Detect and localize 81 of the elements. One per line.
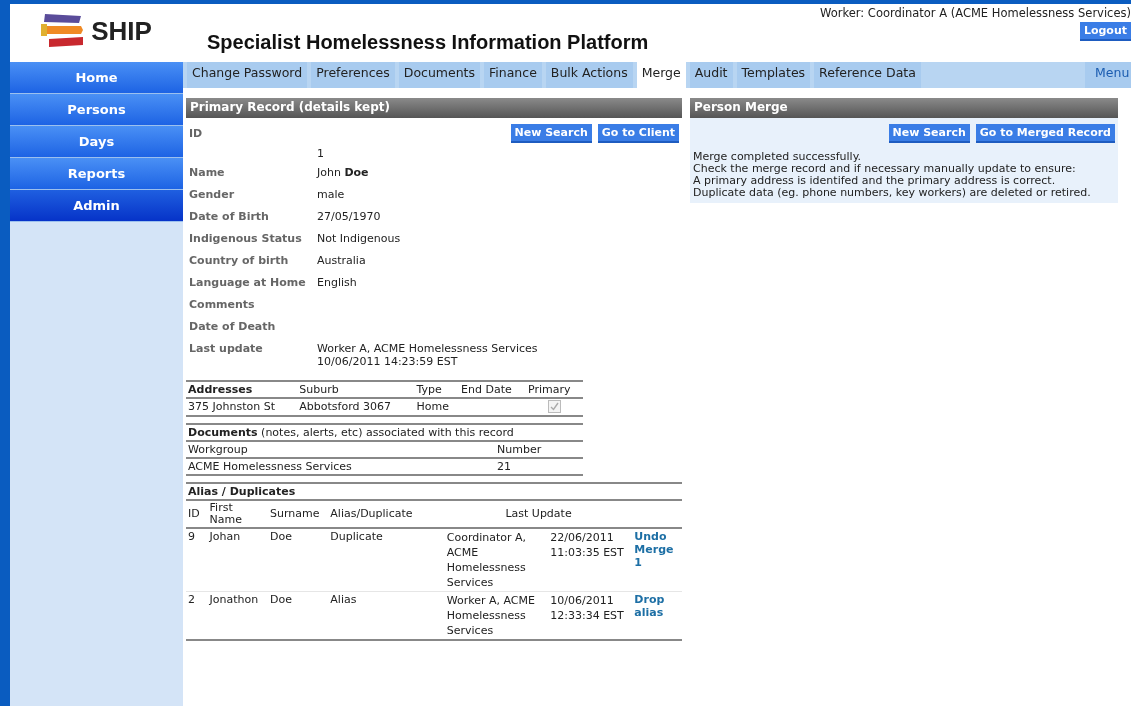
table-cell: Home — [414, 398, 460, 416]
field-label: Indigenous Status — [189, 232, 303, 245]
logout-button[interactable]: Logout — [1079, 22, 1131, 41]
table-cell: Doe — [267, 591, 329, 640]
status-message: Merge completed successfully. — [693, 151, 863, 163]
status-message: A primary address is identifed and the primary address is correct. — [693, 175, 1057, 187]
table-cell: 2 — [186, 591, 208, 640]
action-button[interactable]: New Search — [888, 124, 970, 143]
logo-flags-icon — [41, 12, 86, 50]
table-cell: Alias — [328, 591, 445, 640]
column-header: First Name — [207, 500, 268, 528]
field-value: Australia — [317, 254, 367, 267]
action-button[interactable]: New Search — [510, 124, 592, 143]
table-cell: Doe — [267, 528, 329, 592]
table-cell: 22/06/2011 11:03:35 EST — [548, 528, 633, 592]
table-cell: Jonathon — [207, 591, 268, 640]
row-action-link[interactable]: Undo Merge 1 — [632, 528, 682, 592]
field-label: Name — [189, 166, 226, 179]
field-label: ID — [189, 127, 203, 140]
table-cell: Johan — [207, 528, 268, 592]
column-header: Last Update — [444, 500, 633, 528]
sidebar-item[interactable]: Home — [10, 62, 183, 94]
column-header: Primary — [526, 381, 583, 398]
field-label: Language at Home — [189, 276, 307, 289]
table-cell: 9 — [186, 528, 208, 592]
sidebar-item[interactable]: Days — [10, 126, 183, 158]
row-action-link[interactable]: Drop alias — [632, 591, 682, 640]
field-label: Gender — [189, 188, 236, 201]
tab[interactable]: Merge — [636, 62, 686, 88]
table-cell: 10/06/2011 12:33:34 EST — [548, 591, 633, 640]
tab[interactable]: Change Password — [187, 62, 308, 88]
sidebar-item[interactable]: Persons — [10, 94, 183, 126]
sidebar-item[interactable]: Admin — [10, 190, 183, 222]
column-header: Addresses — [186, 381, 298, 398]
status-message: Check the merge record and if necessary manually update to ensure: — [693, 163, 1077, 175]
panel-header: Primary Record (details kept) — [186, 98, 682, 118]
tab[interactable]: Templates — [736, 62, 811, 88]
action-button[interactable]: Go to Merged Record — [975, 124, 1115, 143]
field-value: 1 — [317, 147, 325, 160]
column-header: Type — [414, 381, 460, 398]
sidebar-item[interactable]: Reports — [10, 158, 183, 190]
column-header: Alias/Duplicate — [328, 500, 445, 528]
column-header: Surname — [267, 500, 329, 528]
tab[interactable]: Audit — [689, 62, 733, 88]
app-title: Specialist Homelessness Information Platform — [206, 31, 650, 55]
table-cell: 375 Johnston St — [186, 398, 298, 416]
field-label: Comments — [189, 298, 256, 311]
column-header: Workgroup — [186, 441, 495, 458]
tab[interactable]: Bulk Actions — [545, 62, 633, 88]
table-cell: Worker A, ACME Homelessness Services — [444, 591, 549, 640]
table-cell: ACME Homelessness Services — [186, 458, 495, 475]
field-value: 27/05/1970 — [317, 210, 382, 223]
table-cell: 21 — [495, 458, 583, 475]
field-label: Last update — [189, 342, 264, 357]
worker-label: Worker: Coordinator A (ACME Homelessness Services) — [820, 6, 1131, 20]
field-label: Date of Death — [189, 320, 277, 333]
table-cell: Coordinator A, ACME Homelessness Services — [444, 528, 549, 592]
column-header: Suburb — [297, 381, 415, 398]
menu-link[interactable]: Menu — [1085, 62, 1131, 88]
tab[interactable]: Reference Data — [814, 62, 921, 88]
column-header: Number — [495, 441, 583, 458]
field-label: Country of birth — [189, 254, 290, 267]
column-header: ID — [186, 500, 208, 528]
field-value: English — [317, 276, 358, 289]
status-message: Duplicate data (eg. phone numbers, key workers) are deleted or retired. — [693, 187, 1092, 199]
field-label: Date of Birth — [189, 210, 270, 223]
field-value: John Doe — [317, 166, 370, 179]
field-value: male — [317, 188, 346, 201]
field-value: Worker A, ACME Homelessness Services 10/06/2011 14:23:59 EST — [317, 342, 539, 368]
table-cell: Duplicate — [328, 528, 445, 592]
tab[interactable]: Finance — [484, 62, 542, 88]
table-cell: Abbotsford 3067 — [297, 398, 415, 416]
field-value: Not Indigenous — [317, 232, 402, 245]
panel-header: Person Merge — [690, 98, 1118, 118]
section-heading: Alias / Duplicates — [188, 485, 296, 498]
column-header: End Date — [459, 381, 527, 398]
tab[interactable]: Documents — [398, 62, 481, 88]
section-heading: Documents (notes, alerts, etc) associated with this record — [188, 426, 514, 439]
action-button[interactable]: Go to Client — [597, 124, 679, 143]
logo-text: SHIP — [91, 15, 152, 47]
tab[interactable]: Preferences — [311, 62, 395, 88]
